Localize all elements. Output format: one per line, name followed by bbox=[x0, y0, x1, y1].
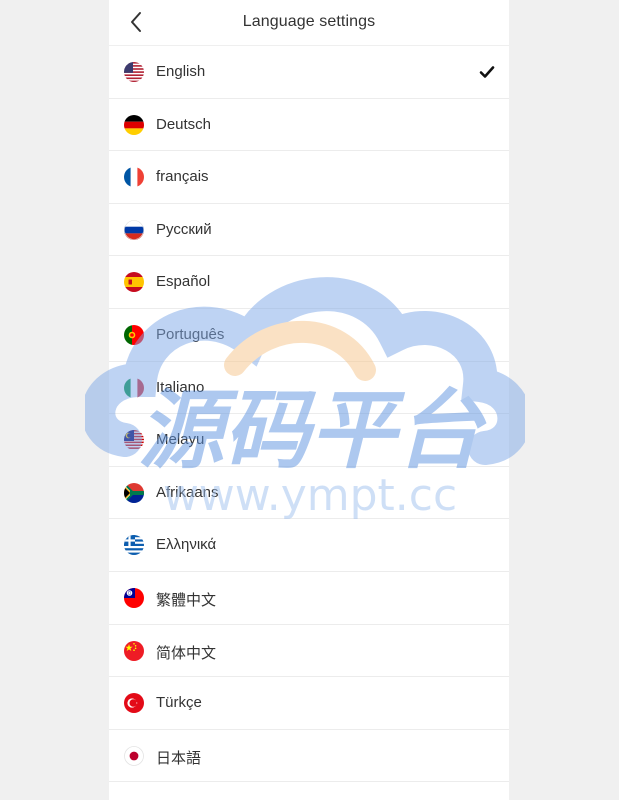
language-item-greek[interactable]: Ελληνικά bbox=[109, 519, 509, 572]
language-label: Deutsch bbox=[156, 115, 212, 133]
language-label: Türkçe bbox=[156, 694, 202, 712]
ru-flag-icon bbox=[124, 219, 144, 240]
language-list: English Deutsch français Русский Español… bbox=[109, 46, 509, 800]
language-item-english[interactable]: English bbox=[109, 46, 509, 99]
language-label: 繁體中文 bbox=[156, 591, 217, 609]
language-item-melayu[interactable]: Melayu bbox=[109, 414, 509, 467]
de-flag-icon bbox=[124, 114, 144, 135]
language-item-traditional-chinese[interactable]: 繁體中文 bbox=[109, 572, 509, 625]
tr-flag-icon bbox=[124, 693, 144, 714]
language-item-afrikaans[interactable]: Afrikaans bbox=[109, 467, 509, 520]
cn-flag-icon bbox=[124, 640, 144, 661]
language-item-italiano[interactable]: Italiano bbox=[109, 362, 509, 415]
language-label: Italiano bbox=[156, 378, 205, 396]
language-item-simplified-chinese[interactable]: 简体中文 bbox=[109, 625, 509, 678]
language-item-turkce[interactable]: Türkçe bbox=[109, 677, 509, 730]
language-label: Melayu bbox=[156, 431, 205, 449]
language-label: Ελληνικά bbox=[156, 536, 217, 554]
check-icon bbox=[479, 64, 495, 80]
my-flag-icon bbox=[124, 430, 144, 451]
fr-flag-icon bbox=[124, 167, 144, 188]
language-label: Español bbox=[156, 273, 211, 291]
language-label: français bbox=[156, 168, 209, 186]
language-label: Русский bbox=[156, 220, 212, 238]
language-item-russian[interactable]: Русский bbox=[109, 204, 509, 257]
language-item-deutsch[interactable]: Deutsch bbox=[109, 99, 509, 152]
es-flag-icon bbox=[124, 272, 144, 293]
language-label: 简体中文 bbox=[156, 644, 217, 662]
language-label: Afrikaans bbox=[156, 483, 219, 501]
header: Language settings bbox=[109, 0, 509, 46]
it-flag-icon bbox=[124, 377, 144, 398]
language-item-francais[interactable]: français bbox=[109, 151, 509, 204]
gr-flag-icon bbox=[124, 535, 144, 556]
pt-flag-icon bbox=[124, 324, 144, 345]
language-settings-panel: Language settings English Deutsch frança… bbox=[109, 0, 509, 800]
tw-flag-icon bbox=[124, 587, 144, 608]
language-label: English bbox=[156, 63, 206, 80]
page-title: Language settings bbox=[242, 13, 376, 30]
language-item-portugues[interactable]: Português bbox=[109, 309, 509, 362]
us-flag-icon bbox=[124, 62, 144, 82]
language-label: Português bbox=[156, 325, 225, 343]
language-item-espanol[interactable]: Español bbox=[109, 256, 509, 309]
language-item-japanese[interactable]: 日本語 bbox=[109, 730, 509, 783]
jp-flag-icon bbox=[124, 745, 144, 766]
za-flag-icon bbox=[124, 482, 144, 503]
language-item-partial bbox=[109, 782, 509, 800]
language-label: 日本語 bbox=[156, 749, 202, 767]
